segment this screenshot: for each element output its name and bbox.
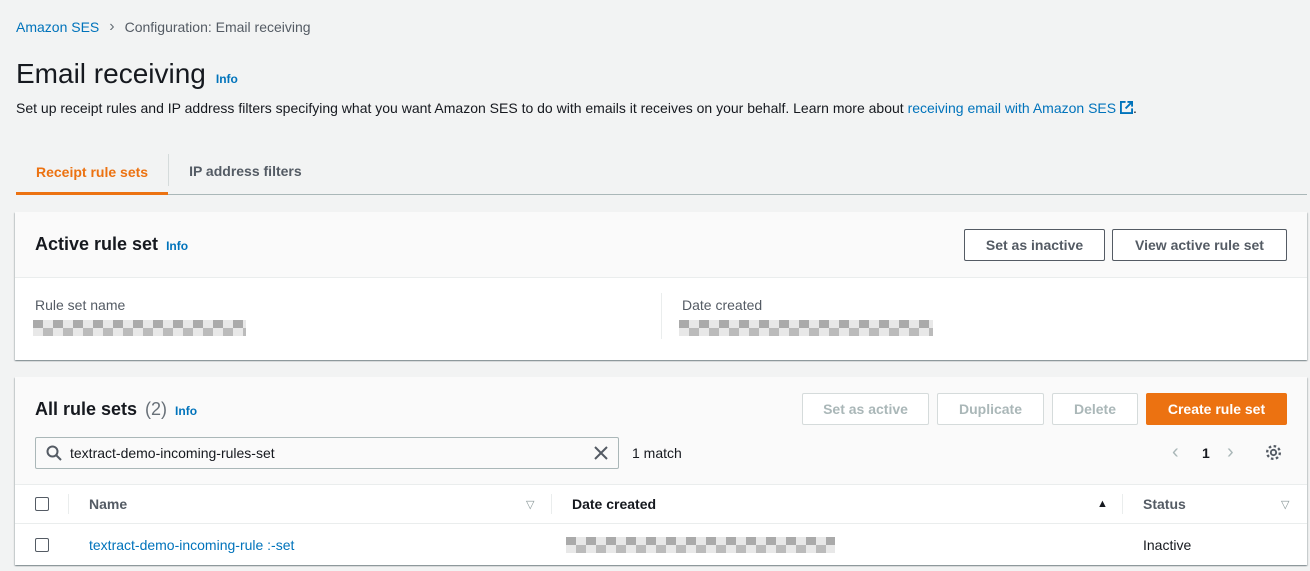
sort-icon[interactable]: ▽ — [526, 498, 534, 511]
sort-ascending-icon[interactable]: ▲ — [1097, 498, 1108, 510]
clear-icon[interactable] — [594, 446, 608, 460]
active-rule-set-panel: Active rule set Info Set as inactive View… — [15, 212, 1307, 360]
column-header-date-created[interactable]: Date created — [572, 496, 656, 512]
page-number[interactable]: 1 — [1202, 445, 1210, 461]
rule-set-count: (2) — [145, 399, 168, 419]
breadcrumb-current: Configuration: Email receiving — [124, 19, 311, 35]
redacted-date-created — [566, 537, 835, 553]
chevron-right-icon: › — [109, 18, 115, 35]
breadcrumb: Amazon SES › Configuration: Email receiv… — [16, 18, 311, 36]
delete-button[interactable]: Delete — [1052, 393, 1138, 425]
tab-ip-address-filters[interactable]: IP address filters — [169, 148, 322, 194]
rule-set-name-label: Rule set name — [35, 297, 126, 313]
status-text: Inactive — [1143, 537, 1192, 553]
page-description: Set up receipt rules and IP address filt… — [16, 100, 1137, 116]
redacted-date-created — [679, 320, 933, 336]
select-all-checkbox[interactable] — [35, 497, 49, 511]
set-as-active-button[interactable]: Set as active — [802, 393, 929, 425]
panel-header: All rule sets (2) Info Set as active Dupli… — [15, 377, 1307, 485]
panel-title: All rule sets (2) Info — [35, 399, 198, 419]
search-icon — [46, 445, 62, 461]
duplicate-button[interactable]: Duplicate — [937, 393, 1044, 425]
match-count: 1 match — [632, 445, 682, 461]
prev-page-icon[interactable]: ‹ — [1172, 441, 1179, 464]
info-link[interactable]: Info — [175, 404, 197, 418]
info-link[interactable]: Info — [216, 72, 238, 86]
page-title: Email receiving Info — [16, 58, 238, 90]
search-value: textract-demo-incoming-rules-set — [70, 445, 275, 461]
all-rule-sets-panel: All rule sets (2) Info Set as active Dupli… — [15, 377, 1307, 565]
redacted-rule-set-name — [33, 320, 246, 336]
view-active-rule-set-button[interactable]: View active rule set — [1112, 229, 1287, 261]
search-input[interactable]: textract-demo-incoming-rules-set — [35, 437, 619, 469]
column-divider — [1122, 494, 1123, 514]
panel-title: Active rule set Info — [35, 234, 189, 254]
table-header: Name ▽ Date created ▲ Status ▽ — [15, 485, 1307, 524]
tabs: Receipt rule sets IP address filters — [16, 148, 1307, 195]
learn-more-link[interactable]: receiving email with Amazon SES — [908, 100, 1133, 116]
panel-header: Active rule set Info Set as inactive View… — [15, 212, 1307, 278]
info-link[interactable]: Info — [166, 239, 188, 253]
next-page-icon[interactable]: › — [1227, 441, 1234, 464]
page-title-text: Email receiving — [16, 58, 206, 89]
column-divider — [68, 494, 69, 514]
table-row: textract-demo-incoming-rule :-set Inacti… — [15, 525, 1307, 565]
sort-icon[interactable]: ▽ — [1281, 498, 1289, 511]
column-header-name[interactable]: Name — [89, 496, 127, 512]
set-as-inactive-button[interactable]: Set as inactive — [964, 229, 1105, 261]
tab-receipt-rule-sets[interactable]: Receipt rule sets — [16, 148, 169, 195]
column-divider — [551, 494, 552, 514]
date-created-label: Date created — [682, 297, 763, 313]
description-text: Set up receipt rules and IP address filt… — [16, 100, 908, 116]
row-checkbox[interactable] — [35, 538, 49, 552]
divider — [661, 293, 662, 339]
column-header-status[interactable]: Status — [1143, 496, 1186, 512]
external-link-icon — [1120, 101, 1133, 114]
breadcrumb-amazon-ses[interactable]: Amazon SES — [16, 19, 99, 35]
rule-set-name-link[interactable]: textract-demo-incoming-rule :-set — [89, 537, 294, 553]
create-rule-set-button[interactable]: Create rule set — [1146, 393, 1287, 425]
gear-icon[interactable] — [1265, 444, 1282, 461]
